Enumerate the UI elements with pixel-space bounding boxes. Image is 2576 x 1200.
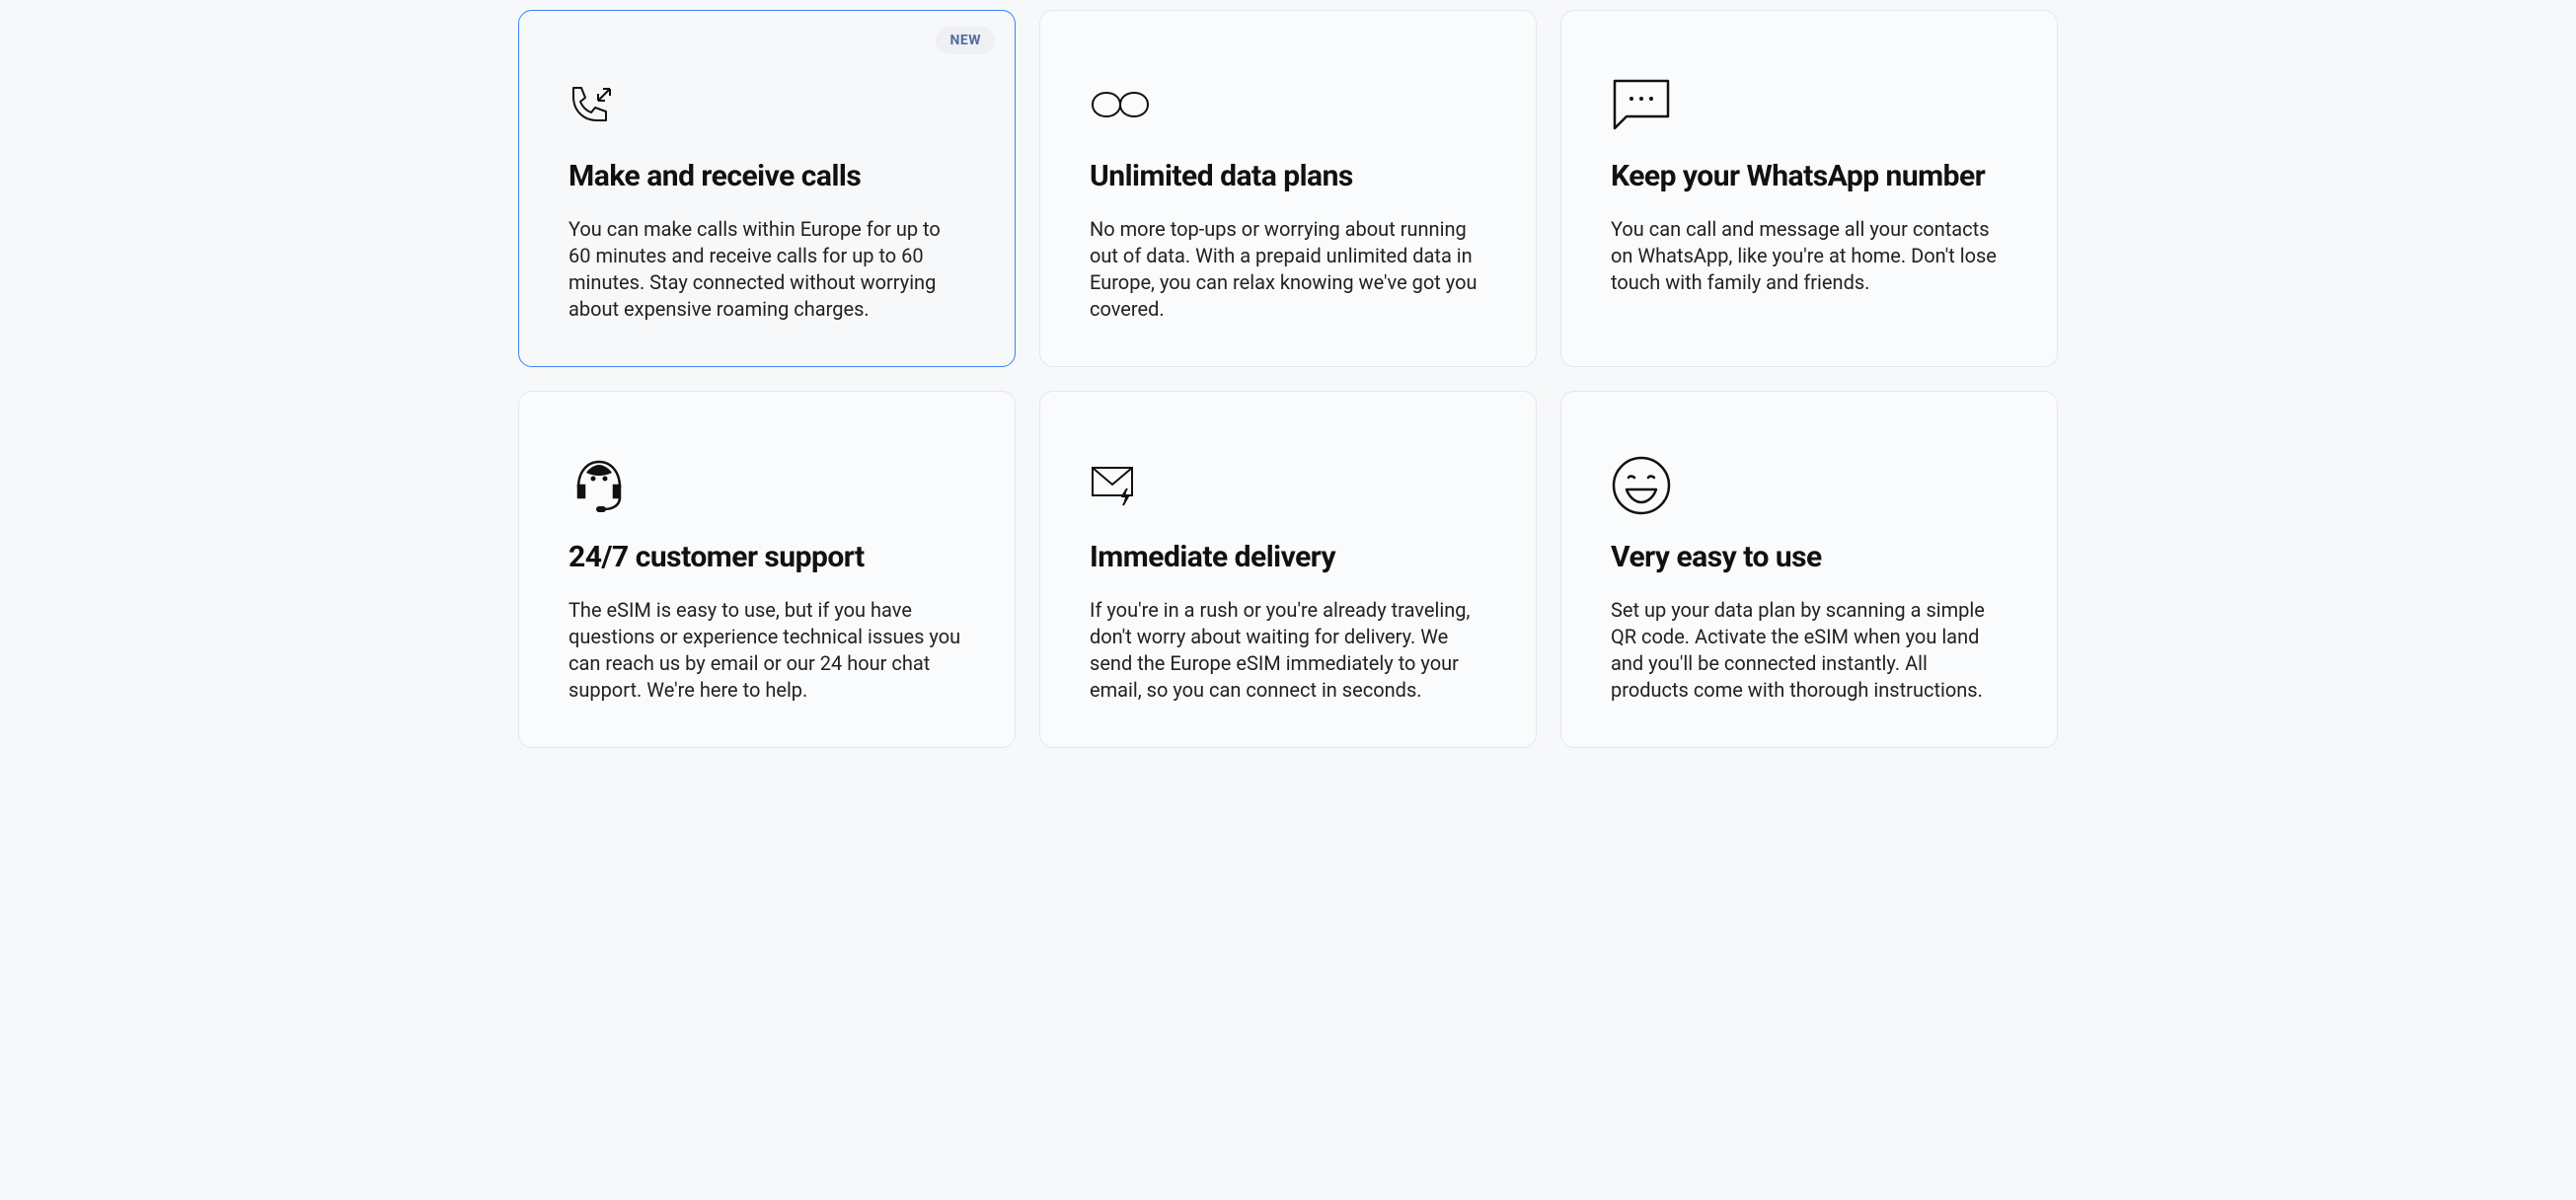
feature-desc: You can make calls within Europe for up … — [568, 216, 965, 323]
feature-title: Immediate delivery — [1090, 540, 1486, 575]
infinity-icon — [1090, 76, 1486, 133]
feature-title: Unlimited data plans — [1090, 159, 1486, 194]
feature-title: Make and receive calls — [568, 159, 965, 194]
smiley-face-icon — [1611, 457, 2008, 514]
email-lightning-icon — [1090, 457, 1486, 514]
feature-card-calls: NEW Make and receive calls You can make … — [518, 10, 1016, 367]
feature-card-whatsapp: Keep your WhatsApp number You can call a… — [1560, 10, 2058, 367]
feature-desc: No more top-ups or worrying about runnin… — [1090, 216, 1486, 323]
feature-desc: If you're in a rush or you're already tr… — [1090, 597, 1486, 704]
phone-arrows-icon — [568, 76, 965, 133]
new-badge: NEW — [936, 27, 995, 54]
feature-desc: Set up your data plan by scanning a simp… — [1611, 597, 2008, 704]
feature-title: 24/7 customer support — [568, 540, 965, 575]
feature-title: Very easy to use — [1611, 540, 2008, 575]
features-grid: NEW Make and receive calls You can make … — [518, 10, 2058, 748]
feature-desc: You can call and message all your contac… — [1611, 216, 2008, 296]
feature-card-support: 24/7 customer support The eSIM is easy t… — [518, 391, 1016, 748]
feature-card-delivery: Immediate delivery If you're in a rush o… — [1039, 391, 1537, 748]
feature-title: Keep your WhatsApp number — [1611, 159, 2008, 194]
chat-bubble-icon — [1611, 76, 2008, 133]
feature-desc: The eSIM is easy to use, but if you have… — [568, 597, 965, 704]
feature-card-easy: Very easy to use Set up your data plan b… — [1560, 391, 2058, 748]
feature-card-unlimited: Unlimited data plans No more top-ups or … — [1039, 10, 1537, 367]
headset-support-icon — [568, 457, 965, 514]
